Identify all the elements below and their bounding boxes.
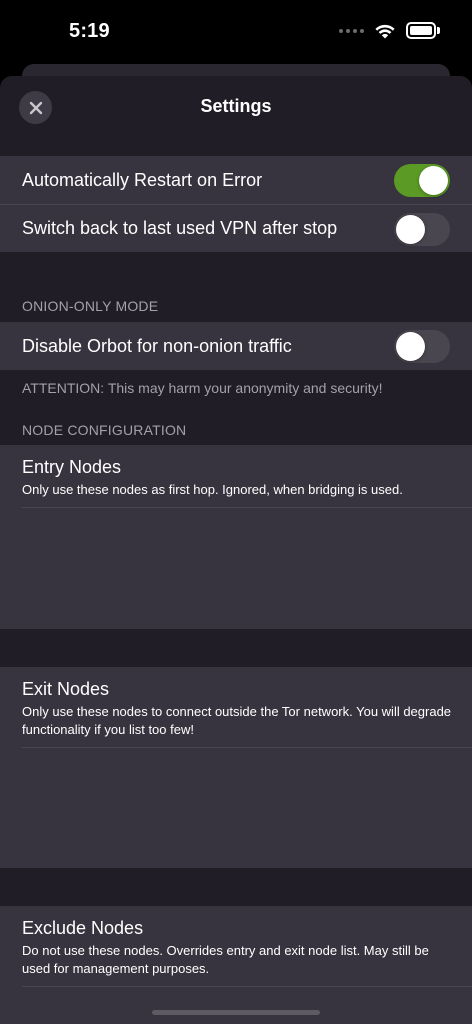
exit-nodes-card: Exit Nodes Only use these nodes to conne… bbox=[0, 667, 472, 868]
exit-nodes-title: Exit Nodes bbox=[22, 679, 110, 699]
node-configuration-section-header: NODE CONFIGURATION bbox=[22, 422, 187, 438]
onion-only-group: Disable Orbot for non-onion traffic bbox=[0, 322, 472, 370]
entry-nodes-input[interactable] bbox=[0, 508, 472, 629]
restart-on-error-label: Automatically Restart on Error bbox=[22, 169, 263, 190]
exit-nodes-input[interactable] bbox=[0, 748, 472, 868]
exclude-nodes-title: Exclude Nodes bbox=[22, 918, 144, 938]
cellular-signal-icon bbox=[339, 28, 364, 33]
entry-nodes-title: Entry Nodes bbox=[22, 457, 122, 477]
settings-sheet: Settings Automatically Restart on Error … bbox=[0, 76, 472, 1024]
entry-nodes-card: Entry Nodes Only use these nodes as firs… bbox=[0, 445, 472, 629]
navigation-bar: Settings bbox=[0, 76, 472, 140]
battery-icon bbox=[406, 22, 440, 39]
page-title: Settings bbox=[200, 96, 272, 116]
status-bar: 5:19 bbox=[0, 0, 472, 64]
disable-orbot-toggle[interactable] bbox=[394, 330, 450, 363]
exclude-nodes-input[interactable] bbox=[0, 987, 472, 1024]
onion-only-section-header: ONION-ONLY MODE bbox=[22, 298, 159, 314]
status-icons bbox=[339, 22, 440, 39]
home-indicator bbox=[152, 1010, 320, 1015]
exit-nodes-description: Only use these nodes to connect outside … bbox=[22, 704, 452, 737]
restart-on-error-row: Automatically Restart on Error bbox=[0, 156, 472, 204]
switch-back-vpn-toggle[interactable] bbox=[394, 213, 450, 246]
exclude-nodes-card: Exclude Nodes Do not use these nodes. Ov… bbox=[0, 906, 472, 1024]
status-time: 5:19 bbox=[69, 20, 110, 42]
switch-back-vpn-row: Switch back to last used VPN after stop bbox=[0, 204, 472, 252]
restart-on-error-toggle[interactable] bbox=[394, 164, 450, 197]
disable-orbot-row: Disable Orbot for non-onion traffic bbox=[0, 322, 472, 370]
wifi-icon bbox=[375, 24, 395, 38]
onion-only-warning: ATTENTION: This may harm your anonymity … bbox=[22, 380, 383, 396]
disable-orbot-label: Disable Orbot for non-onion traffic bbox=[22, 335, 292, 356]
general-settings-group: Automatically Restart on Error Switch ba… bbox=[0, 156, 472, 252]
switch-back-vpn-label: Switch back to last used VPN after stop bbox=[22, 218, 338, 238]
entry-nodes-description: Only use these nodes as first hop. Ignor… bbox=[22, 482, 403, 497]
exclude-nodes-description: Do not use these nodes. Overrides entry … bbox=[22, 943, 429, 976]
